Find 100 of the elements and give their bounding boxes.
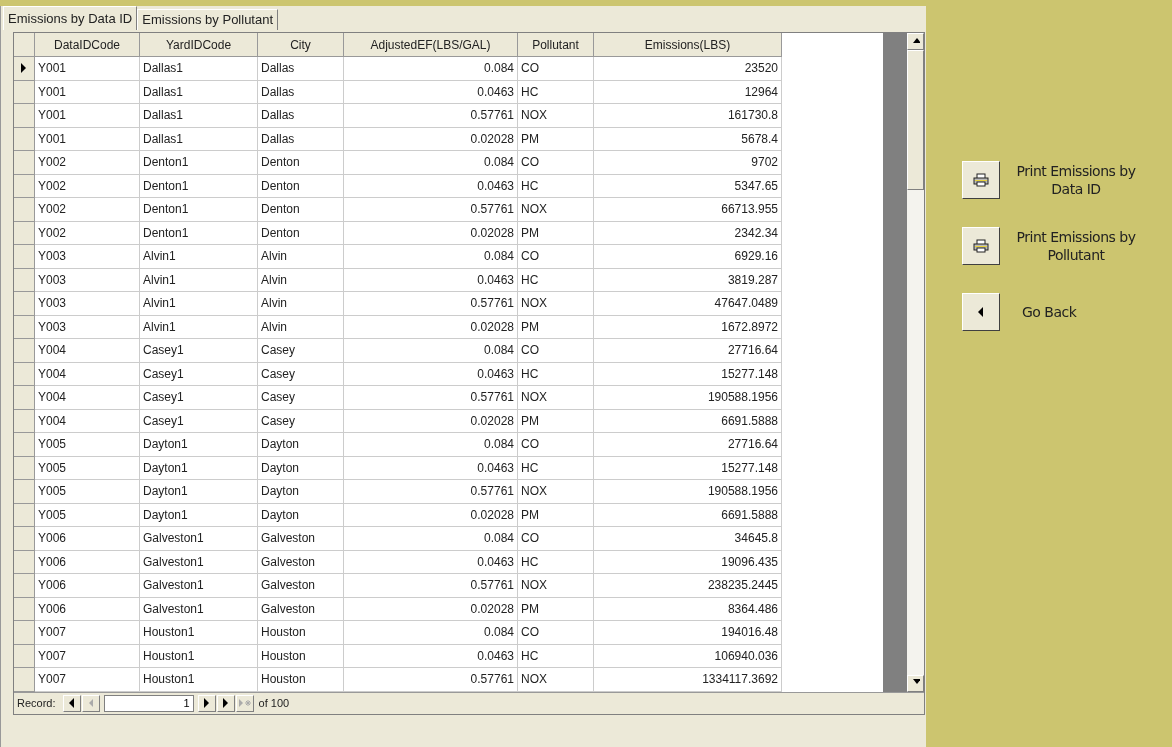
table-cell: Dayton [258,503,344,527]
table-cell: Houston1 [140,644,258,668]
table-cell: 1672.8972 [594,315,782,339]
table-cell: Y002 [35,221,140,245]
table-cell: 34645.8 [594,527,782,551]
tab[interactable]: Emissions by Pollutant [137,9,279,30]
table-cell: 6691.5888 [594,503,782,527]
table-cell: CO [518,339,594,363]
table-cell: Houston [258,644,344,668]
first-icon [67,697,76,709]
table-cell: Casey1 [140,362,258,386]
table-cell: 9702 [594,151,782,175]
table-cell: Y006 [35,550,140,574]
table-cell: Denton [258,221,344,245]
scroll-up-button[interactable] [907,33,924,50]
table-cell: Y001 [35,104,140,128]
table-cell: Dallas [258,80,344,104]
scroll-down-button[interactable] [907,674,924,692]
table-cell: PM [518,315,594,339]
table-cell: Alvin1 [140,268,258,292]
print-button[interactable] [962,227,1000,265]
table-cell: Galveston [258,574,344,598]
table-cell: Houston [258,621,344,645]
table-cell: 0.084 [344,527,518,551]
table-cell: 0.0463 [344,550,518,574]
table-cell: 0.02028 [344,503,518,527]
table-cell: Houston [258,668,344,692]
table-cell: PM [518,409,594,433]
table-cell: Casey1 [140,409,258,433]
previous-record-button[interactable] [81,694,100,712]
new-record-button[interactable] [235,694,254,712]
table-cell: CO [518,245,594,269]
scroll-thumb[interactable] [907,50,924,190]
table-cell: Dallas1 [140,57,258,81]
column-header[interactable]: Emissions(LBS) [594,33,782,57]
tab[interactable]: Emissions by Data ID [3,6,138,30]
table-cell: Y004 [35,339,140,363]
table-cell: Dayton1 [140,480,258,504]
table-cell: Dallas [258,57,344,81]
table-cell: 0.0463 [344,362,518,386]
last-record-button[interactable] [216,694,235,712]
table-cell: 8364.486 [594,597,782,621]
table-cell: Y003 [35,292,140,316]
table-cell: Denton1 [140,151,258,175]
table-cell: 0.084 [344,57,518,81]
table-cell: Galveston1 [140,574,258,598]
table-cell: Y004 [35,409,140,433]
table-cell: Dayton [258,480,344,504]
table-cell: 6691.5888 [594,409,782,433]
table-cell: 2342.34 [594,221,782,245]
column-header[interactable]: AdjustedEF(LBS/GAL) [344,33,518,57]
table-cell: Dayton [258,456,344,480]
table-cell: Y007 [35,644,140,668]
table-cell: Y004 [35,362,140,386]
scrollbar[interactable] [907,33,924,692]
table-cell: Alvin1 [140,292,258,316]
table-cell: HC [518,362,594,386]
table-cell: Alvin [258,268,344,292]
table-cell: Denton [258,151,344,175]
record-number-field[interactable]: 1 [103,694,194,712]
table-cell: HC [518,80,594,104]
table-cell: Denton1 [140,174,258,198]
table-cell: HC [518,644,594,668]
column-header[interactable]: Pollutant [518,33,594,57]
table-cell: Y006 [35,527,140,551]
table-cell: Y002 [35,174,140,198]
column-header[interactable]: City [258,33,344,57]
print-button[interactable] [962,161,1000,199]
table-cell: 0.084 [344,433,518,457]
table-cell: PM [518,127,594,151]
table-cell: Alvin [258,315,344,339]
row-selector[interactable] [14,57,35,81]
table-cell: Casey1 [140,339,258,363]
table-cell: Alvin1 [140,245,258,269]
printer-icon [973,239,989,253]
current-row-icon [20,62,28,75]
table-cell: HC [518,550,594,574]
record-total: of 100 [258,695,290,711]
table-cell: NOX [518,386,594,410]
back-button[interactable] [962,293,1000,331]
column-header[interactable]: DataIDCode [35,33,140,57]
table-cell: 161730.8 [594,104,782,128]
table-cell: NOX [518,668,594,692]
table-cell: HC [518,456,594,480]
first-record-button[interactable] [62,694,81,712]
table-cell: NOX [518,480,594,504]
table-cell: Y005 [35,503,140,527]
table-cell: Y001 [35,127,140,151]
table-cell: Y002 [35,198,140,222]
table-cell: 0.0463 [344,174,518,198]
table-cell: Dayton1 [140,503,258,527]
table-cell: 0.02028 [344,221,518,245]
next-record-button[interactable] [197,694,216,712]
table-cell: 66713.955 [594,198,782,222]
table-cell: HC [518,268,594,292]
table-cell: Dallas1 [140,104,258,128]
table-cell: 0.57761 [344,480,518,504]
column-header[interactable]: YardIDCode [140,33,258,57]
next-icon [202,697,211,709]
table-cell: PM [518,597,594,621]
